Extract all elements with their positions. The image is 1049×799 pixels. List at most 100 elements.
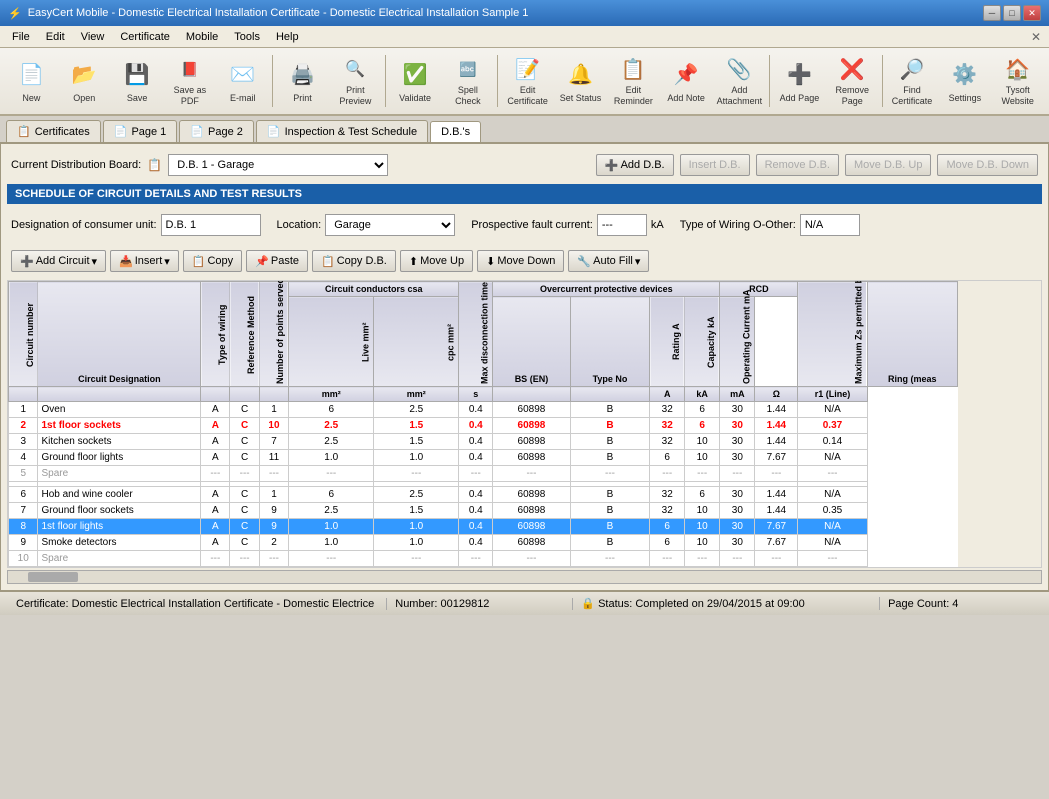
table-cell[interactable]: 9	[259, 519, 288, 535]
tab-certificates[interactable]: 📋 Certificates	[6, 120, 101, 142]
table-cell[interactable]: 1	[259, 402, 288, 418]
table-cell[interactable]: 6	[289, 487, 374, 503]
save-as-pdf-button[interactable]: 📕 Save as PDF	[164, 52, 215, 110]
table-cell[interactable]: 0.4	[459, 487, 493, 503]
menu-tools[interactable]: Tools	[226, 29, 268, 45]
table-cell[interactable]: 0.35	[798, 503, 867, 519]
table-cell[interactable]: 1.44	[755, 487, 798, 503]
table-cell[interactable]: ---	[755, 466, 798, 482]
table-cell[interactable]: 30	[720, 450, 755, 466]
table-cell[interactable]: ---	[493, 466, 570, 482]
table-row[interactable]: 21st floor socketsAC102.51.50.460898B326…	[9, 418, 958, 434]
table-row[interactable]: 1OvenAC162.50.460898B326301.44N/A	[9, 402, 958, 418]
table-cell[interactable]: B	[570, 402, 650, 418]
table-cell[interactable]: ---	[201, 551, 230, 567]
table-cell[interactable]: ---	[570, 466, 650, 482]
table-cell[interactable]: ---	[720, 466, 755, 482]
table-cell[interactable]: 6	[684, 418, 719, 434]
table-cell[interactable]: 30	[720, 535, 755, 551]
table-cell[interactable]: 7.67	[755, 535, 798, 551]
table-cell[interactable]: 1	[9, 402, 38, 418]
table-cell[interactable]: Spare	[38, 551, 201, 567]
table-cell[interactable]: 6	[289, 402, 374, 418]
table-cell[interactable]: ---	[289, 466, 374, 482]
add-circuit-button[interactable]: ➕ Add Circuit ▾	[11, 250, 106, 272]
table-row[interactable]: 81st floor lightsAC91.01.00.460898B61030…	[9, 519, 958, 535]
table-cell[interactable]: 2	[9, 418, 38, 434]
table-cell[interactable]: C	[230, 535, 259, 551]
table-cell[interactable]: 30	[720, 487, 755, 503]
table-cell[interactable]: 2.5	[289, 434, 374, 450]
table-cell[interactable]: Ground floor sockets	[38, 503, 201, 519]
table-cell[interactable]: 0.4	[459, 519, 493, 535]
table-cell[interactable]: N/A	[798, 487, 867, 503]
table-cell[interactable]: Ground floor lights	[38, 450, 201, 466]
table-cell[interactable]: B	[570, 450, 650, 466]
table-cell[interactable]: ---	[570, 551, 650, 567]
table-cell[interactable]: 32	[650, 434, 685, 450]
copy-button[interactable]: 📋 Copy	[183, 250, 242, 272]
table-cell[interactable]: Smoke detectors	[38, 535, 201, 551]
table-cell[interactable]: N/A	[798, 519, 867, 535]
table-cell[interactable]: 1st floor sockets	[38, 418, 201, 434]
table-cell[interactable]: A	[201, 434, 230, 450]
menu-certificate[interactable]: Certificate	[112, 29, 178, 45]
table-cell[interactable]: Spare	[38, 466, 201, 482]
table-cell[interactable]: 1.5	[374, 503, 459, 519]
table-cell[interactable]: 10	[684, 535, 719, 551]
edit-reminder-button[interactable]: 📋 Edit Reminder	[608, 52, 659, 110]
add-db-button[interactable]: ➕ Add D.B.	[596, 154, 674, 176]
move-db-up-button[interactable]: Move D.B. Up	[845, 154, 931, 176]
table-cell[interactable]: 10	[684, 519, 719, 535]
table-cell[interactable]: 7	[9, 503, 38, 519]
table-cell[interactable]: 60898	[493, 434, 570, 450]
table-cell[interactable]: B	[570, 519, 650, 535]
table-cell[interactable]: 6	[650, 450, 685, 466]
menu-help[interactable]: Help	[268, 29, 307, 45]
add-attachment-button[interactable]: 📎 Add Attachment	[714, 52, 766, 110]
table-cell[interactable]: 0.4	[459, 418, 493, 434]
table-cell[interactable]: ---	[798, 466, 867, 482]
maximize-button[interactable]: □	[1003, 5, 1021, 21]
table-row[interactable]: 4Ground floor lightsAC111.01.00.460898B6…	[9, 450, 958, 466]
menu-view[interactable]: View	[73, 29, 113, 45]
table-cell[interactable]: 1.0	[374, 535, 459, 551]
table-cell[interactable]: 4	[9, 450, 38, 466]
table-cell[interactable]: 32	[650, 487, 685, 503]
remove-db-button[interactable]: Remove D.B.	[756, 154, 839, 176]
table-cell[interactable]: 1.44	[755, 503, 798, 519]
table-cell[interactable]: 1.0	[289, 519, 374, 535]
table-cell[interactable]: B	[570, 418, 650, 434]
table-cell[interactable]: 8	[9, 519, 38, 535]
table-cell[interactable]: 7.67	[755, 519, 798, 535]
menu-file[interactable]: File	[4, 29, 38, 45]
table-cell[interactable]: 0.4	[459, 503, 493, 519]
tab-page2[interactable]: 📄 Page 2	[179, 120, 254, 142]
table-cell[interactable]: 1.44	[755, 418, 798, 434]
table-cell[interactable]: B	[570, 535, 650, 551]
print-preview-button[interactable]: 🔍 Print Preview	[330, 52, 381, 110]
table-cell[interactable]: 7.67	[755, 450, 798, 466]
table-cell[interactable]: 60898	[493, 402, 570, 418]
table-cell[interactable]: 6	[650, 535, 685, 551]
find-certificate-button[interactable]: 🔎 Find Certificate	[887, 52, 938, 110]
table-cell[interactable]: 30	[720, 418, 755, 434]
table-cell[interactable]: 1.0	[374, 519, 459, 535]
table-cell[interactable]: 1st floor lights	[38, 519, 201, 535]
table-cell[interactable]: 11	[259, 450, 288, 466]
move-db-down-button[interactable]: Move D.B. Down	[937, 154, 1038, 176]
table-row[interactable]: 5Spare----------------------------------…	[9, 466, 958, 482]
tysoft-website-button[interactable]: 🏠 Tysoft Website	[992, 52, 1043, 110]
table-cell[interactable]: ---	[259, 466, 288, 482]
table-cell[interactable]: 2	[259, 535, 288, 551]
table-cell[interactable]: ---	[650, 466, 685, 482]
tab-page1[interactable]: 📄 Page 1	[103, 120, 178, 142]
table-cell[interactable]: ---	[493, 551, 570, 567]
move-down-button[interactable]: ⬇ Move Down	[477, 250, 564, 272]
menu-edit[interactable]: Edit	[38, 29, 73, 45]
table-cell[interactable]: 10	[259, 418, 288, 434]
designation-input[interactable]	[161, 214, 261, 236]
tab-dbs[interactable]: D.B.'s	[430, 121, 481, 142]
table-cell[interactable]: 10	[684, 450, 719, 466]
table-cell[interactable]: 1	[259, 487, 288, 503]
